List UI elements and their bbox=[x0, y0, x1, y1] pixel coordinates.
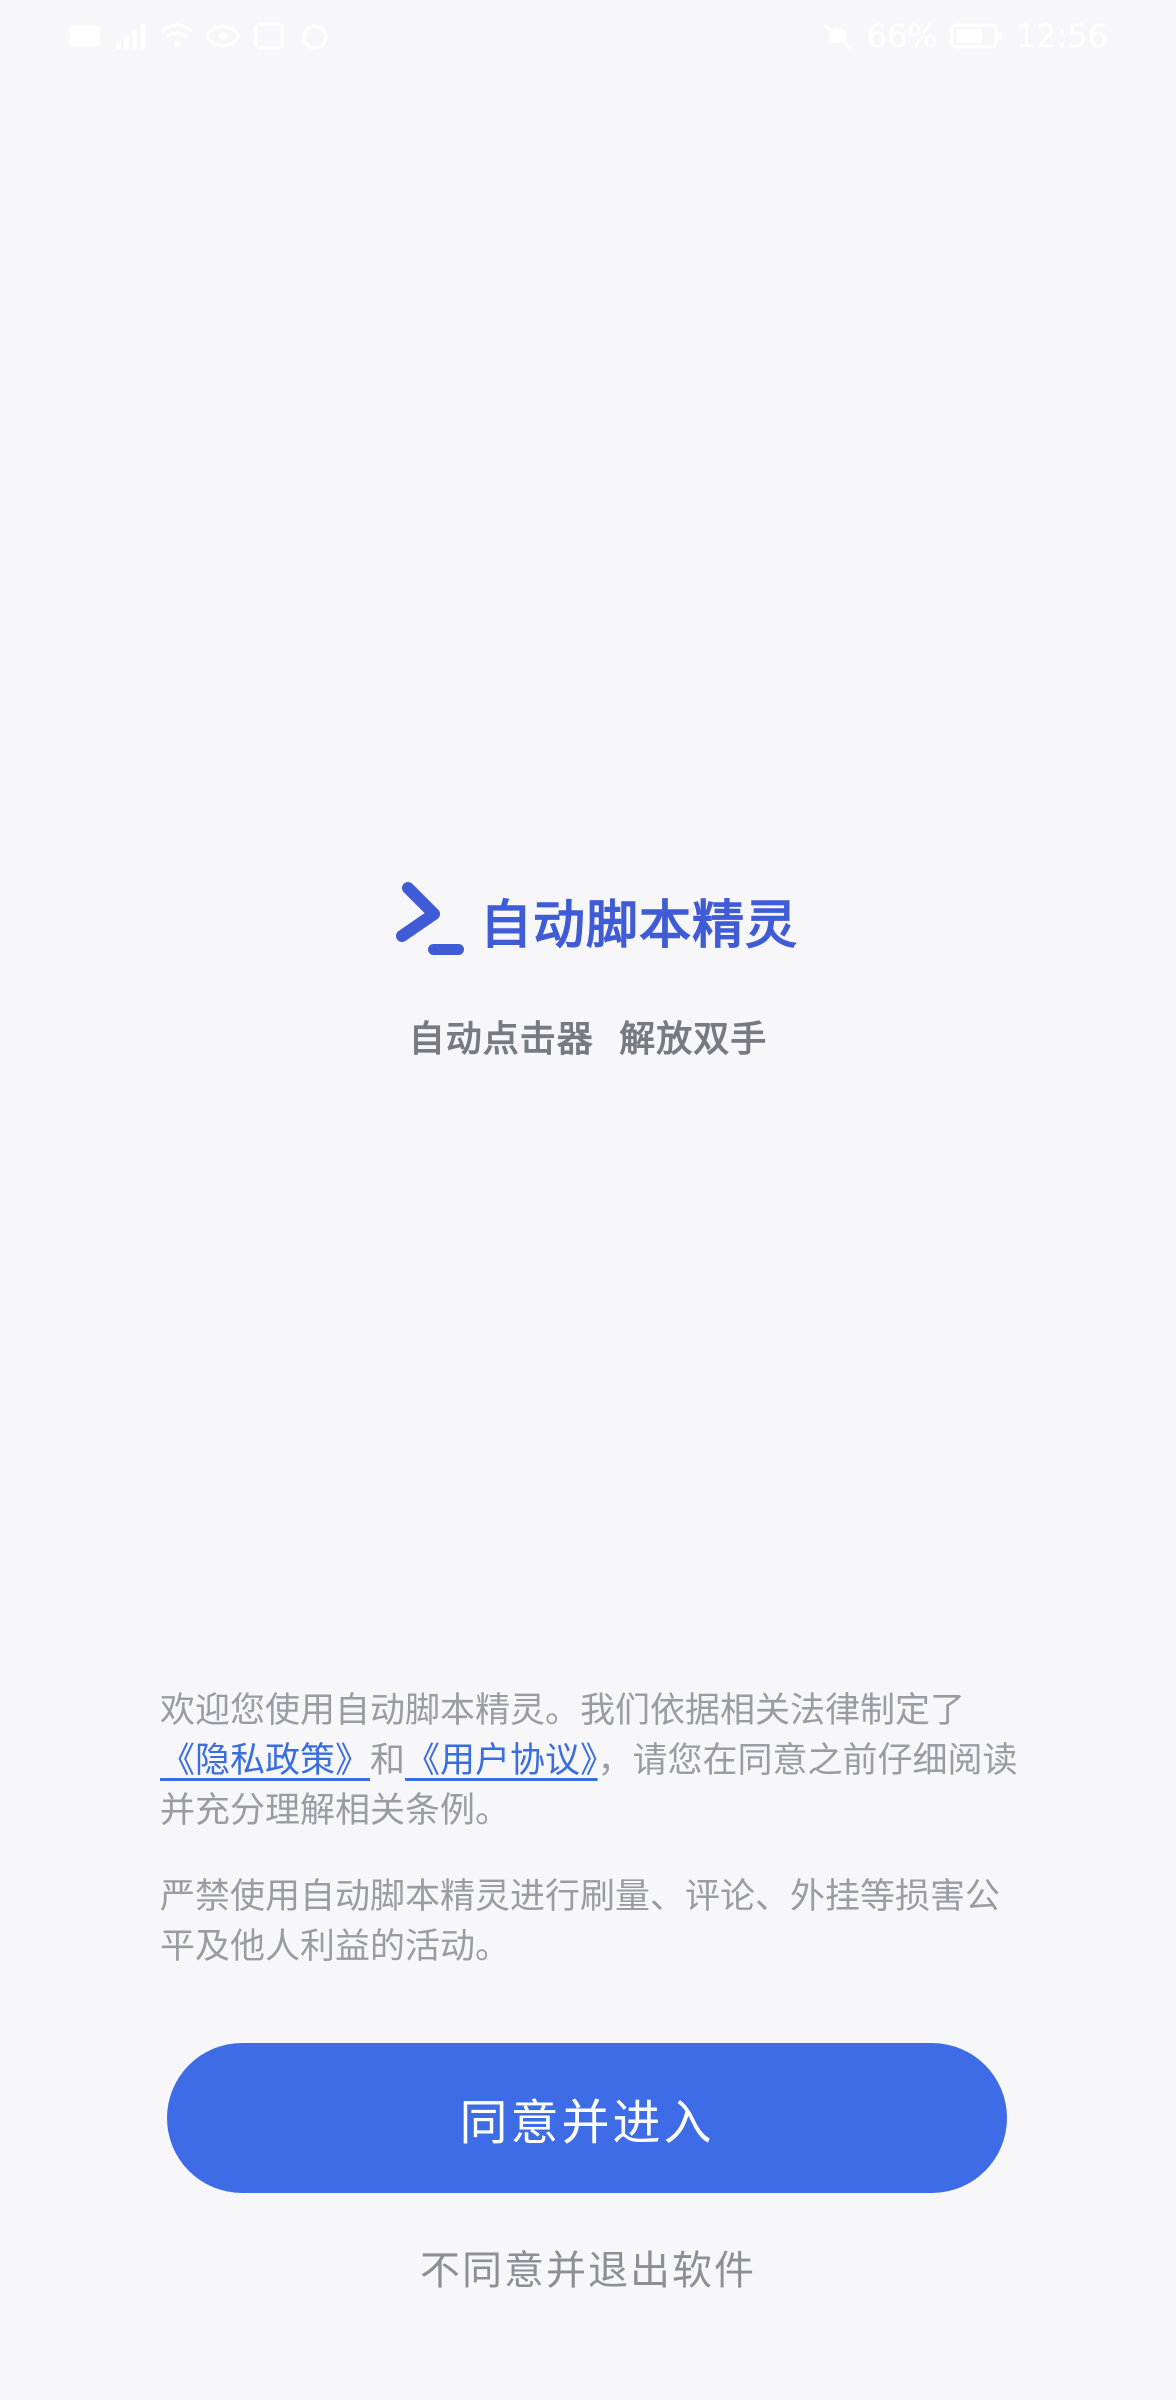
sim-card-icon bbox=[68, 21, 102, 51]
privacy-policy-link[interactable]: 《隐私政策》 bbox=[160, 1741, 370, 1781]
status-bar: 66% 12:56 bbox=[0, 0, 1176, 72]
agreement-p1-prefix: 欢迎您使用自动脚本精灵。我们依据相关法律制定了 bbox=[160, 1691, 966, 1731]
battery-percent: 66% bbox=[866, 17, 938, 55]
user-agreement-link[interactable]: 《用户协议》 bbox=[405, 1741, 598, 1781]
agreement-and: 和 bbox=[370, 1741, 406, 1781]
status-left bbox=[68, 18, 332, 54]
agreement-paragraph-2: 严禁使用自动脚本精灵进行刷量、评论、外挂等损害公平及他人利益的活动。 bbox=[160, 1877, 1001, 1967]
terminal-prompt-icon bbox=[384, 878, 468, 962]
mute-icon bbox=[821, 21, 855, 51]
agree-and-enter-button[interactable]: 同意并进入 bbox=[167, 2043, 1007, 2193]
app-title: 自动脚本精灵 bbox=[480, 895, 799, 956]
disagree-exit-button[interactable]: 不同意并退出软件 bbox=[0, 2238, 1176, 2296]
battery-icon bbox=[950, 21, 1004, 51]
eye-icon bbox=[206, 21, 240, 51]
wifi-icon bbox=[160, 21, 194, 51]
alarm-icon bbox=[298, 21, 332, 51]
agreement-paragraph-1: 欢迎您使用自动脚本精灵。我们依据相关法律制定了《隐私政策》和《用户协议》，请您在… bbox=[160, 1686, 1020, 1836]
signal-icon bbox=[114, 21, 148, 51]
nfc-icon bbox=[252, 21, 286, 51]
app-logo: 自动脚本精灵 bbox=[384, 870, 804, 970]
status-right: 66% 12:56 bbox=[821, 17, 1108, 55]
app-subtitle: 自动点击器 解放双手 bbox=[408, 1019, 768, 1060]
agreement-text: 欢迎您使用自动脚本精灵。我们依据相关法律制定了《隐私政策》和《用户协议》，请您在… bbox=[160, 1686, 1020, 1972]
clock-time: 12:56 bbox=[1015, 17, 1108, 55]
